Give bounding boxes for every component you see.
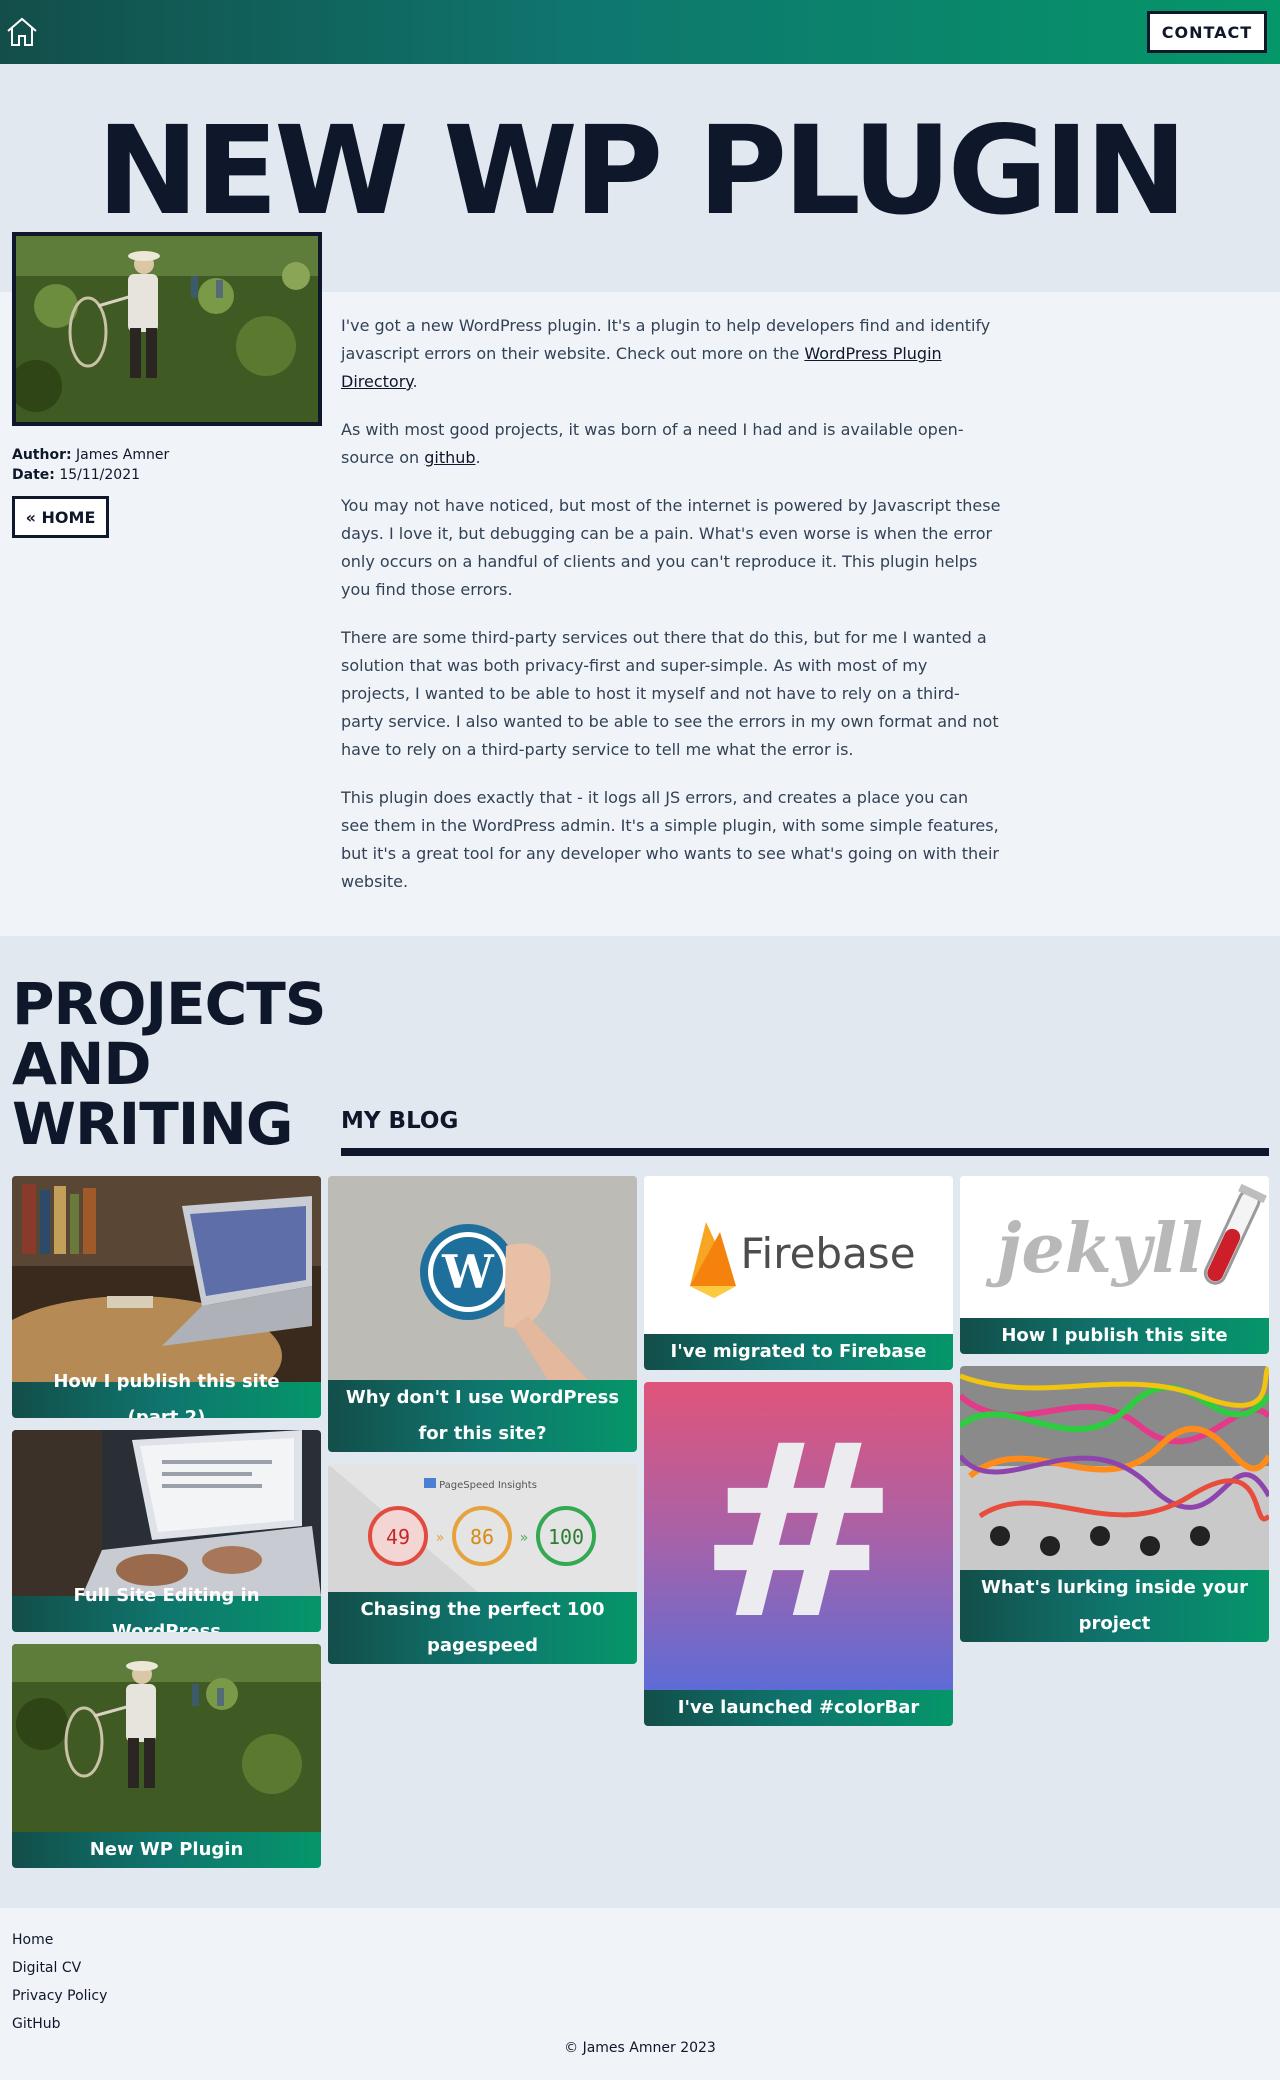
jekyll-logo: jekyll: [960, 1176, 1269, 1318]
card-title: Full Site Editing in WordPress: [12, 1585, 321, 1632]
copyright-text: © James Amner 2023: [564, 2040, 716, 2056]
blog-card-firebase[interactable]: Firebase I've migrated to Firebase: [644, 1176, 953, 1370]
typing-laptop-photo: [12, 1430, 321, 1596]
svg-text:»: »: [520, 1530, 529, 1546]
footer-link-home[interactable]: Home: [12, 1926, 107, 1954]
svg-text:W: W: [441, 1245, 495, 1299]
pagespeed-screenshot: PageSpeed Insights 49 » 86 » 100: [328, 1464, 637, 1592]
colorbar-hash-glyph: #: [697, 1392, 900, 1672]
patch-cables-photo: [960, 1366, 1269, 1570]
article-paragraph: As with most good projects, it was born …: [341, 416, 1001, 472]
article-body: I've got a new WordPress plugin. It's a …: [341, 312, 1001, 916]
footer-link-privacy-policy[interactable]: Privacy Policy: [12, 1982, 107, 2010]
card-title: Why don't I use WordPress for this site?: [328, 1380, 637, 1452]
footer-nav: Home Digital CV Privacy Policy GitHub: [12, 1926, 107, 2038]
card-title: New WP Plugin: [12, 1832, 321, 1868]
score-100: 100: [548, 1525, 584, 1549]
butterfly-net-photo: [12, 1644, 321, 1832]
card-title: Chasing the perfect 100 pagespeed: [328, 1592, 637, 1664]
blog-heading: MY BLOG: [341, 1108, 459, 1134]
blog-card-colorbar[interactable]: # I've launched #colorBar: [644, 1382, 953, 1726]
laptop-photo: [12, 1176, 321, 1382]
contact-button[interactable]: CONTACT: [1147, 11, 1267, 53]
projects-title-line: PROJECTS: [12, 970, 327, 1038]
paragraph-text: .: [475, 448, 481, 467]
pagespeed-title: PageSpeed Insights: [439, 1480, 537, 1491]
blog-card-new-wp-plugin[interactable]: New WP Plugin: [12, 1644, 321, 1868]
top-navigation-bar: CONTACT: [0, 0, 1280, 64]
back-home-button[interactable]: « HOME: [12, 496, 109, 538]
blog-divider: [341, 1148, 1269, 1156]
date-label: Date:: [12, 467, 55, 483]
score-49: 49: [386, 1525, 410, 1549]
wordpress-logo-photo: W: [328, 1176, 637, 1380]
post-meta: Author: James Amner Date: 15/11/2021: [12, 445, 169, 485]
blog-card-publish[interactable]: jekyll How I publish this site: [960, 1176, 1269, 1354]
card-title: I've launched #colorBar: [644, 1690, 953, 1726]
paragraph-text: .: [412, 372, 418, 391]
card-title: How I publish this site (part 2): [12, 1371, 321, 1418]
github-link[interactable]: github: [424, 448, 475, 467]
card-title: I've migrated to Firebase: [644, 1334, 953, 1370]
post-date: 15/11/2021: [59, 467, 141, 483]
projects-title-line: WRITING: [12, 1090, 294, 1158]
blog-card-why-not-wordpress[interactable]: W Why don't I use WordPress for this sit…: [328, 1176, 637, 1452]
featured-image: [12, 232, 322, 426]
blog-card-lurking[interactable]: What's lurking inside your project: [960, 1366, 1269, 1642]
blog-card-pagespeed[interactable]: PageSpeed Insights 49 » 86 » 100 Chasing…: [328, 1464, 637, 1664]
svg-text:»: »: [436, 1530, 445, 1546]
card-title: How I publish this site: [960, 1318, 1269, 1354]
blog-card-full-site-editing[interactable]: Full Site Editing in WordPress: [12, 1430, 321, 1632]
card-title: What's lurking inside your project: [960, 1570, 1269, 1642]
article-paragraph: You may not have noticed, but most of th…: [341, 496, 1001, 599]
article-paragraph: There are some third-party services out …: [341, 628, 999, 759]
article-paragraph: This plugin does exactly that - it logs …: [341, 788, 999, 891]
colorbar-hash-image: #: [644, 1382, 953, 1690]
home-icon[interactable]: [4, 14, 40, 50]
jekyll-wordmark: jekyll: [985, 1209, 1203, 1289]
footer-link-digital-cv[interactable]: Digital CV: [12, 1954, 107, 1982]
score-86: 86: [470, 1525, 494, 1549]
projects-title-line: AND: [12, 1030, 152, 1098]
blog-card-publish-part2[interactable]: How I publish this site (part 2): [12, 1176, 321, 1418]
footer-link-github[interactable]: GitHub: [12, 2010, 107, 2038]
author-name: James Amner: [76, 447, 170, 463]
projects-title: PROJECTS AND WRITING: [12, 974, 332, 1154]
author-label: Author:: [12, 447, 72, 463]
firebase-wordmark: Firebase: [740, 1229, 915, 1278]
firebase-logo: Firebase: [644, 1176, 953, 1334]
page-title: NEW WP PLUGIN: [96, 100, 1187, 242]
article-paragraph: I've got a new WordPress plugin. It's a …: [341, 312, 1001, 396]
